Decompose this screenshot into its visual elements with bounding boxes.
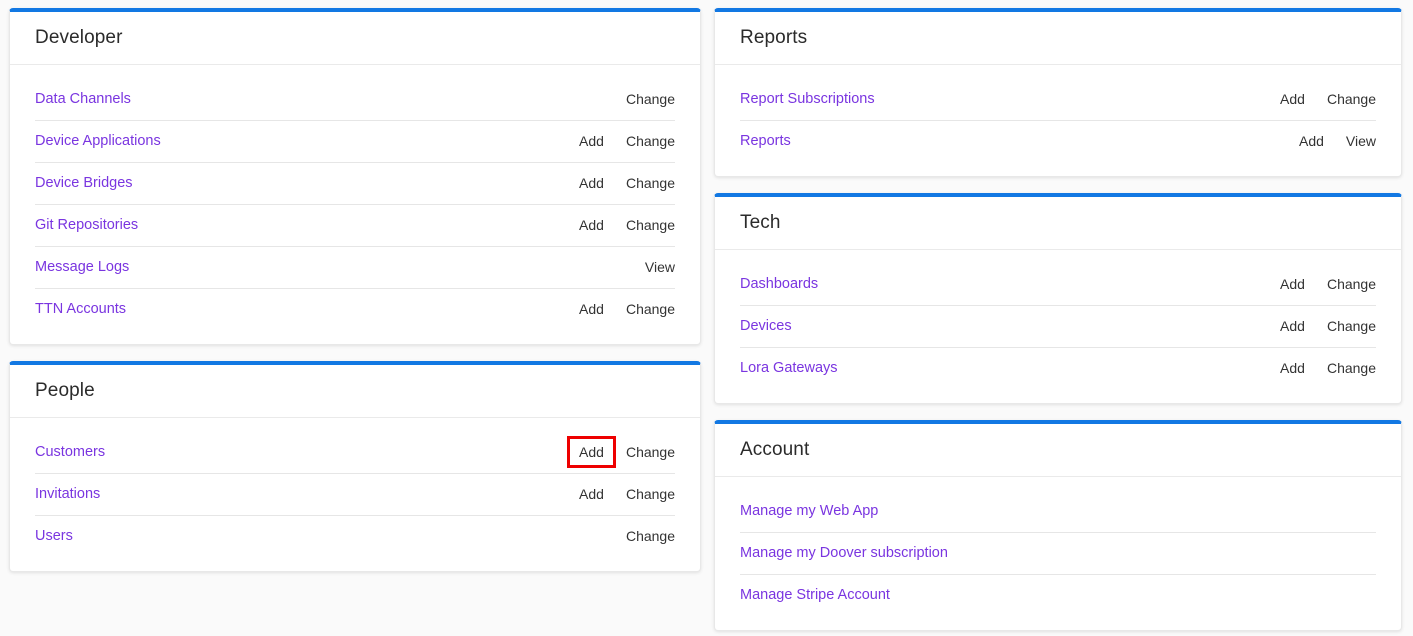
row-actions: Add Change — [1280, 91, 1376, 107]
model-link[interactable]: TTN Accounts — [35, 301, 579, 317]
add-link[interactable]: Add — [1280, 318, 1305, 334]
left-column: Developer Data Channels Change Device Appl… — [9, 8, 701, 588]
card-tech-header: Tech — [715, 197, 1401, 250]
view-link[interactable]: View — [645, 259, 675, 275]
card-account: Account Manage my Web App Manage my Doove… — [714, 420, 1402, 631]
card-people-body: Customers Add Change Invitations Add Change Us… — [10, 418, 700, 571]
change-link[interactable]: Change — [626, 91, 675, 107]
model-link[interactable]: Dashboards — [740, 276, 1280, 292]
add-link[interactable]: Add — [1280, 360, 1305, 376]
model-link[interactable]: Data Channels — [35, 91, 626, 107]
card-account-title: Account — [740, 439, 810, 460]
change-link[interactable]: Change — [626, 133, 675, 149]
row-actions: Add Change — [1280, 360, 1376, 376]
card-developer-header: Developer — [10, 12, 700, 65]
model-row: Data Channels Change — [10, 78, 700, 120]
card-tech-title: Tech — [740, 212, 781, 233]
card-reports-header: Reports — [715, 12, 1401, 65]
model-row: Device Bridges Add Change — [10, 162, 700, 204]
change-link[interactable]: Change — [626, 486, 675, 502]
model-link[interactable]: Invitations — [35, 486, 579, 502]
model-row: Users Change — [10, 515, 700, 557]
model-link[interactable]: Device Bridges — [35, 175, 579, 191]
model-row: Invitations Add Change — [10, 473, 700, 515]
model-link[interactable]: Manage my Web App — [740, 503, 1376, 519]
model-row: Message Logs View — [10, 246, 700, 288]
row-actions: Add View — [1299, 133, 1376, 149]
model-row: Customers Add Change — [10, 431, 700, 473]
change-link[interactable]: Change — [1327, 91, 1376, 107]
model-row: Manage my Web App — [715, 490, 1401, 532]
model-row: Manage Stripe Account — [715, 574, 1401, 616]
add-link[interactable]: Add — [579, 486, 604, 502]
change-link[interactable]: Change — [1327, 318, 1376, 334]
row-actions: Add Change — [1280, 276, 1376, 292]
add-link-highlighted[interactable]: Add — [567, 436, 616, 468]
row-actions: Add Change — [579, 175, 675, 191]
add-link[interactable]: Add — [1280, 276, 1305, 292]
card-developer: Developer Data Channels Change Device Appl… — [9, 8, 701, 345]
change-link[interactable]: Change — [1327, 360, 1376, 376]
model-link[interactable]: Git Repositories — [35, 217, 579, 233]
card-reports: Reports Report Subscriptions Add Change Rep… — [714, 8, 1402, 177]
row-actions: Add Change — [579, 486, 675, 502]
view-link[interactable]: View — [1346, 133, 1376, 149]
model-row: Lora Gateways Add Change — [715, 347, 1401, 389]
model-link[interactable]: Device Applications — [35, 133, 579, 149]
card-developer-body: Data Channels Change Device Applications Ad… — [10, 65, 700, 344]
add-link[interactable]: Add — [1299, 133, 1324, 149]
change-link[interactable]: Change — [626, 217, 675, 233]
add-link[interactable]: Add — [579, 217, 604, 233]
model-link[interactable]: Devices — [740, 318, 1280, 334]
change-link[interactable]: Change — [626, 301, 675, 317]
model-row: Device Applications Add Change — [10, 120, 700, 162]
model-row: Git Repositories Add Change — [10, 204, 700, 246]
model-link[interactable]: Users — [35, 528, 626, 544]
model-link[interactable]: Lora Gateways — [740, 360, 1280, 376]
row-actions: Add Change — [579, 133, 675, 149]
row-actions: View — [645, 259, 675, 275]
model-row: Reports Add View — [715, 120, 1401, 162]
card-people-header: People — [10, 365, 700, 418]
model-row: Devices Add Change — [715, 305, 1401, 347]
row-actions: Add Change — [579, 301, 675, 317]
change-link[interactable]: Change — [626, 175, 675, 191]
model-link[interactable]: Report Subscriptions — [740, 91, 1280, 107]
card-people-title: People — [35, 380, 95, 401]
add-link[interactable]: Add — [579, 133, 604, 149]
model-row: Report Subscriptions Add Change — [715, 78, 1401, 120]
add-link[interactable]: Add — [579, 301, 604, 317]
card-reports-body: Report Subscriptions Add Change Reports Add V… — [715, 65, 1401, 176]
row-actions: Add Change — [567, 436, 675, 468]
card-developer-title: Developer — [35, 27, 123, 48]
card-account-header: Account — [715, 424, 1401, 477]
row-actions: Change — [626, 91, 675, 107]
model-link[interactable]: Customers — [35, 444, 579, 460]
change-link[interactable]: Change — [1327, 276, 1376, 292]
model-row: TTN Accounts Add Change — [10, 288, 700, 330]
card-tech-body: Dashboards Add Change Devices Add Change Lora … — [715, 250, 1401, 403]
admin-dashboard: Developer Data Channels Change Device Appl… — [0, 0, 1413, 636]
model-link[interactable]: Reports — [740, 133, 1299, 149]
row-actions: Add Change — [1280, 318, 1376, 334]
card-account-body: Manage my Web App Manage my Doover subscr… — [715, 477, 1401, 630]
model-row: Manage my Doover subscription — [715, 532, 1401, 574]
row-actions: Add Change — [579, 217, 675, 233]
model-link[interactable]: Message Logs — [35, 259, 645, 275]
change-link[interactable]: Change — [626, 528, 675, 544]
add-link[interactable]: Add — [579, 175, 604, 191]
card-tech: Tech Dashboards Add Change Devices Add Change… — [714, 193, 1402, 404]
model-link[interactable]: Manage my Doover subscription — [740, 545, 1376, 561]
change-link[interactable]: Change — [626, 444, 675, 460]
row-actions: Change — [626, 528, 675, 544]
card-reports-title: Reports — [740, 27, 808, 48]
right-column: Reports Report Subscriptions Add Change Rep… — [714, 8, 1402, 636]
card-people: People Customers Add Change Invitations Add C… — [9, 361, 701, 572]
add-link[interactable]: Add — [1280, 91, 1305, 107]
model-link[interactable]: Manage Stripe Account — [740, 587, 1376, 603]
model-row: Dashboards Add Change — [715, 263, 1401, 305]
